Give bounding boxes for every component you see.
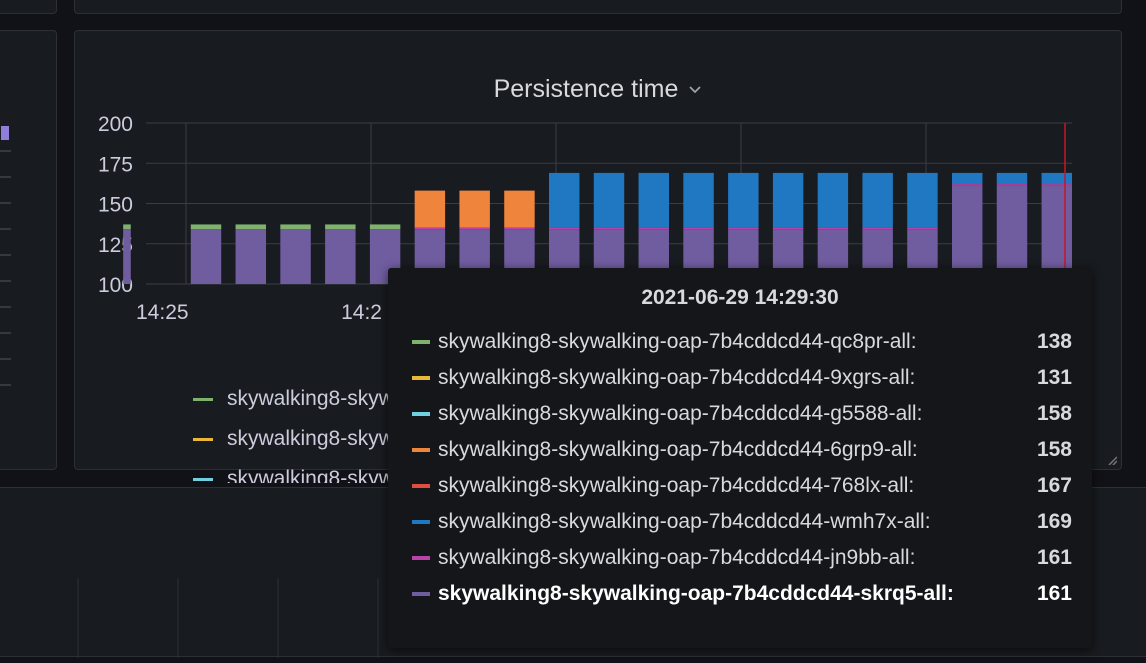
tooltip-row: skywalking8-skywalking-oap-7b4cddcd44-9x… bbox=[412, 360, 1072, 396]
tooltip: 2021-06-29 14:29:30 skywalking8-skywalki… bbox=[388, 268, 1092, 648]
bar-segment-band bbox=[593, 227, 625, 230]
series-value: 131 bbox=[1036, 366, 1072, 389]
y-tick-label: 175 bbox=[98, 153, 133, 176]
series-name: skywalking8-skywalking-oap-7b4cddcd44-jn… bbox=[438, 546, 916, 569]
bar-segment-top bbox=[1041, 172, 1072, 185]
bar-segment-band bbox=[459, 227, 490, 230]
bar-segment-band bbox=[728, 227, 759, 230]
series-swatch bbox=[412, 448, 430, 452]
bar-segment-band bbox=[325, 224, 356, 230]
bar-segment-top bbox=[548, 172, 580, 228]
tooltip-row: skywalking8-skywalking-oap-7b4cddcd44-qc… bbox=[412, 324, 1072, 360]
bar-segment-top bbox=[862, 172, 893, 228]
series-value: 161 bbox=[1036, 582, 1072, 605]
tooltip-row: skywalking8-skywalking-oap-7b4cddcd44-76… bbox=[412, 468, 1072, 504]
bar-segment-top bbox=[817, 172, 849, 228]
series-value: 169 bbox=[1036, 510, 1072, 533]
bar-segment-top bbox=[593, 172, 625, 228]
bar-segment-band bbox=[817, 227, 849, 230]
bar-segment-band bbox=[638, 227, 670, 230]
bar-segment-band bbox=[414, 227, 446, 230]
bar-segment-top bbox=[504, 190, 535, 228]
series-value: 167 bbox=[1036, 474, 1072, 497]
bar-segment-base bbox=[325, 229, 356, 284]
series-swatch bbox=[412, 520, 430, 524]
y-tick-label: 150 bbox=[98, 194, 133, 217]
bar-segment-band bbox=[280, 224, 311, 230]
tooltip-row: skywalking8-skywalking-oap-7b4cddcd44-6g… bbox=[412, 432, 1072, 468]
y-tick-label: 200 bbox=[98, 113, 133, 136]
bar-segment-band bbox=[1041, 184, 1072, 186]
series-value: 158 bbox=[1036, 402, 1072, 425]
bar-segment-top bbox=[414, 190, 446, 228]
series-name: skywalking8-skywalking-oap-7b4cddcd44-wm… bbox=[438, 510, 931, 533]
x-tick-label: 14:25 bbox=[136, 301, 189, 324]
bar-segment-top bbox=[951, 172, 983, 185]
series-swatch bbox=[412, 412, 430, 416]
bar-segment-band bbox=[123, 224, 131, 230]
bar-segment-band bbox=[548, 227, 580, 230]
bar-segment-band bbox=[996, 184, 1028, 186]
series-name: skywalking8-skywalking-oap-7b4cddcd44-76… bbox=[438, 474, 915, 497]
series-name: skywalking8-skywalking-oap-7b4cddcd44-6g… bbox=[438, 438, 918, 461]
bar-segment-base bbox=[123, 229, 131, 284]
tooltip-row: skywalking8-skywalking-oap-7b4cddcd44-wm… bbox=[412, 504, 1072, 540]
series-name: skywalking8-skywalking-oap-7b4cddcd44-g5… bbox=[438, 402, 923, 425]
series-swatch bbox=[412, 376, 430, 380]
tooltip-row: skywalking8-skywalking-oap-7b4cddcd44-g5… bbox=[412, 396, 1072, 432]
bar-segment-band bbox=[907, 227, 938, 230]
series-swatch bbox=[412, 484, 430, 488]
series-swatch bbox=[412, 556, 430, 560]
bar-segment-band bbox=[369, 224, 401, 230]
series-value: 161 bbox=[1036, 546, 1072, 569]
bar-segment-band bbox=[683, 227, 714, 230]
bar-segment-top bbox=[907, 172, 938, 228]
bar-segment-base bbox=[280, 229, 311, 284]
series-swatch bbox=[412, 592, 430, 596]
series-name: skywalking8-skywalking-oap-7b4cddcd44-9x… bbox=[438, 366, 916, 389]
bar-segment-band bbox=[862, 227, 893, 230]
series-value: 138 bbox=[1036, 330, 1072, 353]
tooltip-time: 2021-06-29 14:29:30 bbox=[641, 286, 839, 309]
bar-segment-top bbox=[459, 190, 490, 228]
series-value: 158 bbox=[1036, 438, 1072, 461]
bar-segment-top bbox=[683, 172, 714, 228]
bar-segment-band bbox=[951, 184, 983, 186]
tooltip-row-highlighted: skywalking8-skywalking-oap-7b4cddcd44-sk… bbox=[412, 576, 1072, 612]
series-swatch bbox=[412, 340, 430, 344]
x-tick-label: 14:2 bbox=[341, 301, 382, 324]
bar-segment-band bbox=[504, 227, 535, 230]
series-name: skywalking8-skywalking-oap-7b4cddcd44-sk… bbox=[438, 582, 954, 605]
bar-segment-base bbox=[190, 229, 222, 284]
bar-segment-band bbox=[235, 224, 267, 230]
bar-segment-top bbox=[996, 172, 1028, 185]
bar-segment-top bbox=[638, 172, 670, 228]
bar-segment-top bbox=[728, 172, 759, 228]
bar-segment-band bbox=[772, 227, 804, 230]
bar-segment-base bbox=[235, 229, 267, 284]
series-name: skywalking8-skywalking-oap-7b4cddcd44-qc… bbox=[438, 330, 917, 353]
bar-segment-top bbox=[772, 172, 804, 228]
tooltip-row: skywalking8-skywalking-oap-7b4cddcd44-jn… bbox=[412, 540, 1072, 576]
bar-segment-band bbox=[190, 224, 222, 230]
